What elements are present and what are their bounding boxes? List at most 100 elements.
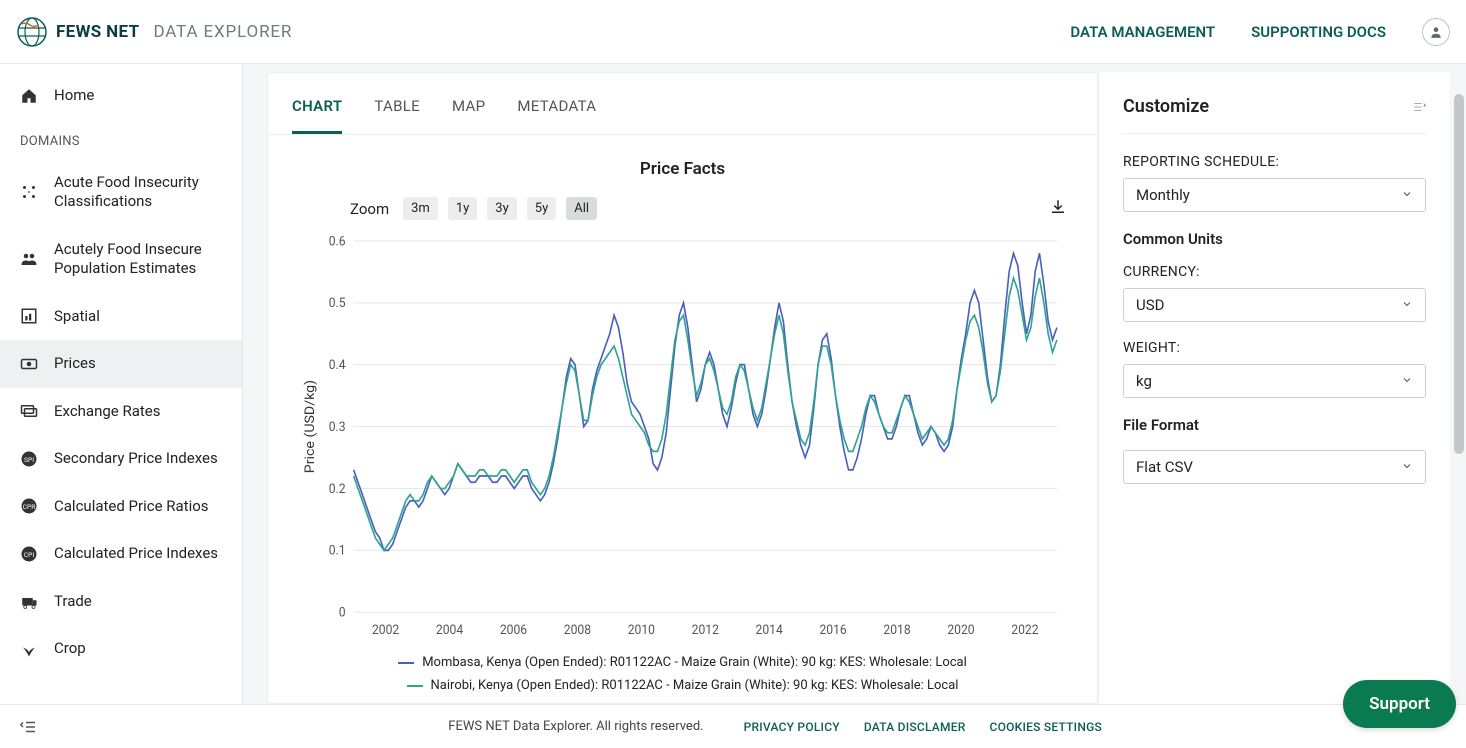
sidebar-item-calculated-price-indexes[interactable]: CPI Calculated Price Indexes: [0, 530, 242, 578]
brand-subtitle: DATA EXPLORER: [153, 22, 292, 42]
svg-text:0.4: 0.4: [329, 358, 346, 374]
tab-table[interactable]: TABLE: [374, 97, 420, 134]
scrollbar-thumb[interactable]: [1454, 94, 1464, 454]
zoom-5y[interactable]: 5y: [527, 197, 556, 220]
download-icon: [1049, 198, 1067, 216]
tab-metadata[interactable]: METADATA: [517, 97, 596, 134]
legend-label: Nairobi, Kenya (Open Ended): R01122AC - …: [431, 678, 959, 693]
common-units-heading: Common Units: [1123, 230, 1426, 248]
weight-select[interactable]: kg: [1123, 364, 1426, 398]
zoom-3m[interactable]: 3m: [403, 197, 438, 220]
sidebar: Home DOMAINS Acute Food Insecurity Class…: [0, 64, 243, 704]
svg-text:2002: 2002: [372, 623, 399, 639]
svg-text:0.6: 0.6: [329, 234, 346, 250]
sidebar-item-prices[interactable]: Prices: [0, 340, 242, 388]
collapse-sidebar-button[interactable]: [20, 718, 38, 736]
support-button[interactable]: Support: [1343, 680, 1456, 728]
footer-cookies-link[interactable]: COOKIES SETTINGS: [990, 720, 1102, 734]
sidebar-label: Prices: [54, 354, 96, 374]
sidebar-label: Acute Food Insecurity Classifications: [54, 173, 222, 212]
sidebar-label: Trade: [54, 592, 92, 612]
classification-icon: [20, 183, 38, 201]
zoom-3y[interactable]: 3y: [487, 197, 516, 220]
user-menu-button[interactable]: [1422, 18, 1450, 46]
sidebar-item-population-estimates[interactable]: Acutely Food Insecure Population Estimat…: [0, 226, 242, 293]
zoom-controls: Zoom 3m 1y 3y 5y All: [298, 197, 1067, 220]
customize-title: Customize: [1123, 96, 1209, 117]
legend-swatch: [398, 662, 414, 664]
chevron-down-icon: [1401, 458, 1413, 476]
sidebar-item-crop[interactable]: Crop: [0, 625, 242, 673]
legend-item-mombasa[interactable]: Mombasa, Kenya (Open Ended): R01122AC - …: [398, 655, 967, 670]
chevron-down-icon: [1401, 186, 1413, 204]
legend-item-nairobi[interactable]: Nairobi, Kenya (Open Ended): R01122AC - …: [407, 678, 959, 693]
sidebar-item-spatial[interactable]: Spatial: [0, 293, 242, 341]
tab-map[interactable]: MAP: [452, 97, 485, 134]
footer-disclaimer-link[interactable]: DATA DISCLAMER: [864, 720, 966, 734]
svg-text:0.3: 0.3: [329, 420, 346, 436]
svg-text:2020: 2020: [947, 623, 974, 639]
schedule-value: Monthly: [1136, 186, 1190, 204]
file-format-heading: File Format: [1123, 416, 1426, 434]
globe-icon: [16, 16, 48, 48]
support-label: Support: [1369, 694, 1430, 714]
format-select[interactable]: Flat CSV: [1123, 450, 1426, 484]
currency-label: CURRENCY:: [1123, 264, 1426, 280]
spatial-icon: [20, 307, 38, 325]
svg-text:Price (USD/kg): Price (USD/kg): [303, 380, 318, 473]
brand-text: FEWS NET: [56, 22, 139, 42]
svg-text:CPI: CPI: [24, 551, 35, 559]
svg-text:2016: 2016: [819, 623, 846, 639]
nav-supporting-docs[interactable]: SUPPORTING DOCS: [1251, 23, 1386, 41]
svg-text:2012: 2012: [692, 623, 719, 639]
sidebar-label: Exchange Rates: [54, 402, 160, 422]
svg-text:SPI: SPI: [24, 456, 34, 464]
svg-text:CPR: CPR: [23, 503, 37, 511]
zoom-1y[interactable]: 1y: [448, 197, 477, 220]
spi-icon: SPI: [20, 450, 38, 468]
chevron-down-icon: [1401, 372, 1413, 390]
trade-icon: [20, 592, 38, 610]
vertical-scrollbar[interactable]: [1452, 64, 1466, 704]
weight-value: kg: [1136, 372, 1152, 390]
sidebar-item-trade[interactable]: Trade: [0, 578, 242, 626]
chart-plot[interactable]: 00.10.20.30.40.50.6200220042006200820102…: [298, 230, 1067, 645]
sidebar-label: Calculated Price Ratios: [54, 497, 209, 517]
svg-text:0.5: 0.5: [329, 296, 346, 312]
svg-text:2022: 2022: [1011, 623, 1038, 639]
svg-text:2010: 2010: [628, 623, 655, 639]
svg-text:2006: 2006: [500, 623, 527, 639]
legend-swatch: [407, 685, 423, 687]
svg-text:2008: 2008: [564, 623, 591, 639]
sidebar-item-calculated-price-ratios[interactable]: CPR Calculated Price Ratios: [0, 483, 242, 531]
sidebar-label: Crop: [54, 639, 86, 659]
chart-panel: CHART TABLE MAP METADATA Price Facts Zoo…: [267, 72, 1098, 704]
download-button[interactable]: [1049, 198, 1067, 220]
sidebar-item-secondary-price-indexes[interactable]: SPI Secondary Price Indexes: [0, 435, 242, 483]
sidebar-item-acute-food-insecurity[interactable]: Acute Food Insecurity Classifications: [0, 159, 242, 226]
tab-chart[interactable]: CHART: [292, 97, 342, 134]
currency-select[interactable]: USD: [1123, 288, 1426, 322]
schedule-select[interactable]: Monthly: [1123, 178, 1426, 212]
view-tabs: CHART TABLE MAP METADATA: [268, 73, 1097, 135]
footer: FEWS NET Data Explorer. All rights reser…: [0, 704, 1466, 748]
sidebar-item-exchange-rates[interactable]: Exchange Rates: [0, 388, 242, 436]
crop-icon: [20, 640, 38, 658]
population-icon: [20, 250, 38, 268]
collapse-panel-icon[interactable]: [1412, 100, 1426, 114]
footer-privacy-link[interactable]: PRIVACY POLICY: [744, 720, 840, 734]
prices-icon: [20, 355, 38, 373]
svg-text:2014: 2014: [756, 623, 783, 639]
svg-text:0.1: 0.1: [329, 543, 346, 559]
footer-copyright: FEWS NET Data Explorer. All rights reser…: [448, 719, 703, 734]
svg-text:0: 0: [339, 605, 346, 621]
user-icon: [1429, 25, 1443, 39]
svg-text:0.2: 0.2: [329, 481, 346, 497]
weight-label: WEIGHT:: [1123, 340, 1426, 356]
brand-logo[interactable]: FEWS NET DATA EXPLORER: [16, 16, 292, 48]
zoom-label: Zoom: [350, 200, 389, 218]
zoom-all[interactable]: All: [566, 197, 597, 220]
sidebar-item-home[interactable]: Home: [0, 72, 242, 120]
legend-label: Mombasa, Kenya (Open Ended): R01122AC - …: [422, 655, 967, 670]
nav-data-management[interactable]: DATA MANAGEMENT: [1070, 23, 1215, 41]
